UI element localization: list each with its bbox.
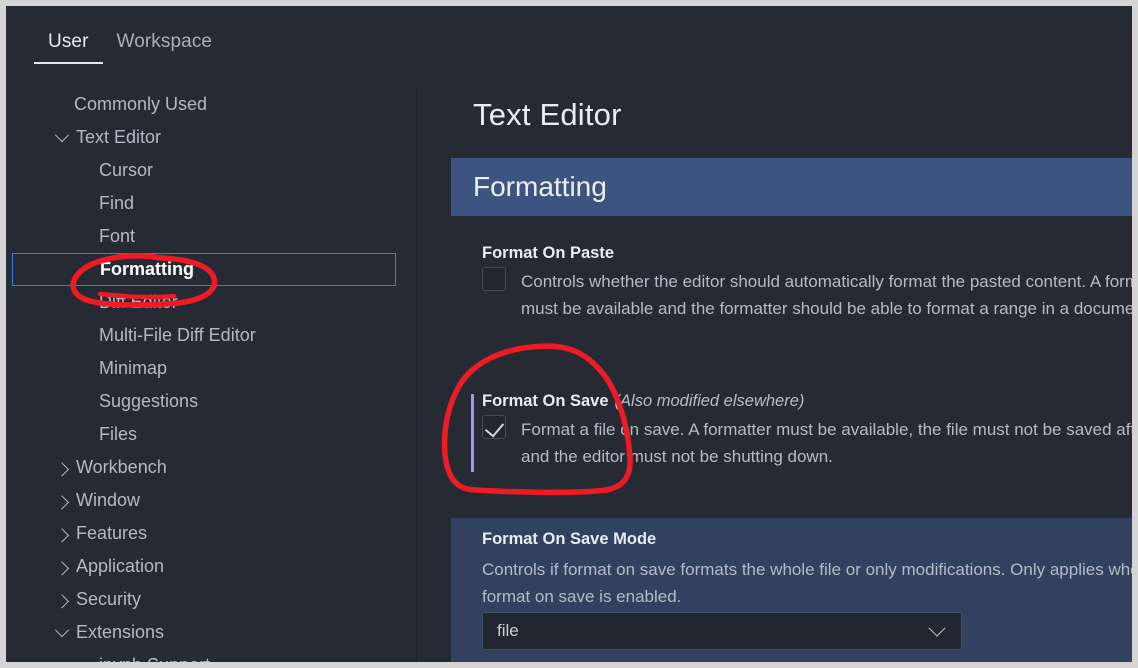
format-on-save-checkbox[interactable] (482, 415, 506, 439)
chevron-down-icon (54, 127, 70, 146)
sidebar-item-label: Application (76, 556, 165, 576)
sidebar-item-label: Workbench (76, 457, 167, 477)
setting-title-text: Format On Paste (482, 244, 615, 262)
format-on-save-mode-select[interactable]: file (482, 612, 962, 650)
settings-scope-tabs: User Workspace (34, 30, 226, 64)
format-on-save-mode-value: file (497, 621, 519, 640)
sidebar-item-label: Font (99, 226, 136, 246)
sidebar-item-window[interactable]: Window (12, 484, 416, 517)
sidebar-item-label: Features (76, 523, 148, 543)
sidebar-item-label: Security (76, 589, 142, 609)
setting-modified-note: (Also modified elsewhere) (614, 392, 805, 410)
sidebar-item-label: Multi-File Diff Editor (99, 325, 256, 345)
sidebar-item-label: Text Editor (76, 127, 162, 147)
sidebar-item-multi-file-diff-editor[interactable]: Multi-File Diff Editor (12, 319, 416, 352)
sidebar-item-label: Diff Editor (99, 292, 178, 312)
check-icon (484, 417, 505, 438)
chevron-right-icon (54, 526, 70, 542)
sidebar-item-minimap[interactable]: Minimap (12, 352, 416, 385)
sidebar-item-extensions[interactable]: Extensions (12, 616, 416, 649)
sidebar-item-diff-editor[interactable]: Diff Editor (12, 286, 416, 319)
settings-toc-sidebar[interactable]: Commonly Used Text Editor Cursor Find Fo… (12, 88, 416, 668)
sidebar-item-label: Formatting (100, 259, 194, 279)
tab-user[interactable]: User (34, 30, 103, 64)
sidebar-item-label: Extensions (76, 622, 165, 642)
tab-workspace-label: Workspace (116, 31, 213, 52)
sidebar-item-font[interactable]: Font (12, 220, 416, 253)
sidebar-item-find[interactable]: Find (12, 187, 416, 220)
sidebar-item-security[interactable]: Security (12, 583, 416, 616)
sidebar-item-text-editor[interactable]: Text Editor (12, 121, 416, 154)
setting-title: Format On Paste (482, 244, 614, 263)
sidebar-item-label: Cursor (99, 160, 154, 180)
section-header-label: Formatting (473, 171, 607, 202)
chevron-down-icon (928, 619, 946, 637)
sidebar-item-commonly-used[interactable]: Commonly Used (12, 88, 416, 121)
setting-format-on-save: Format On Save (Also modified elsewhere) … (451, 380, 1138, 490)
setting-description: Controls if format on save formats the w… (482, 560, 1138, 606)
sidebar-item-label: Suggestions (99, 391, 199, 411)
tab-user-label: User (48, 31, 89, 52)
settings-scope-tabbar: User Workspace (12, 12, 1132, 70)
setting-description: Controls whether the editor should autom… (521, 272, 1138, 318)
format-on-paste-checkbox[interactable] (482, 267, 506, 291)
page-title: Text Editor (473, 97, 622, 132)
settings-content-pane: Text Editor Formatting Format On Paste C… (417, 70, 1138, 662)
chevron-right-icon (54, 559, 70, 575)
sidebar-item-cursor[interactable]: Cursor (12, 154, 416, 187)
chevron-down-icon (54, 622, 70, 641)
sidebar-item-ipynb-support[interactable]: ipynb Support (12, 649, 416, 668)
sidebar-item-files[interactable]: Files (12, 418, 416, 451)
sidebar-item-application[interactable]: Application (12, 550, 416, 583)
chevron-right-icon (54, 592, 70, 608)
sidebar-item-workbench[interactable]: Workbench (12, 451, 416, 484)
sidebar-item-label: Commonly Used (74, 94, 208, 114)
section-header-formatting: Formatting (451, 158, 1132, 216)
tab-workspace[interactable]: Workspace (103, 30, 227, 64)
sidebar-item-label: ipynb Support (99, 655, 211, 668)
sidebar-item-label: Files (99, 424, 138, 444)
setting-title-text: Format On Save (482, 392, 609, 410)
sidebar-item-label: Window (76, 490, 141, 510)
sidebar-item-features[interactable]: Features (12, 517, 416, 550)
chevron-right-icon (54, 493, 70, 509)
setting-format-on-paste: Format On Paste Controls whether the edi… (451, 232, 1138, 332)
setting-title-text: Format On Save Mode (482, 530, 657, 548)
sidebar-item-suggestions[interactable]: Suggestions (12, 385, 416, 418)
sidebar-item-label: Minimap (99, 358, 168, 378)
setting-title: Format On Save Mode (482, 530, 656, 549)
modified-indicator-bar (471, 394, 474, 472)
setting-description: Format a file on save. A formatter must … (521, 420, 1138, 466)
sidebar-item-formatting[interactable]: Formatting (12, 253, 396, 286)
settings-window: User Workspace Commonly Used Text Editor… (0, 0, 1138, 668)
sidebar-item-label: Find (99, 193, 135, 213)
setting-title: Format On Save (Also modified elsewhere) (482, 392, 804, 411)
chevron-right-icon (54, 460, 70, 476)
setting-format-on-save-mode: Format On Save Mode Controls if format o… (451, 518, 1138, 662)
